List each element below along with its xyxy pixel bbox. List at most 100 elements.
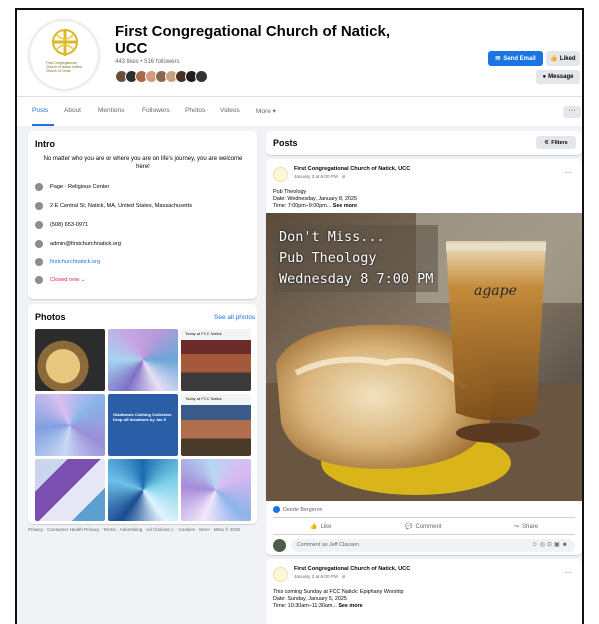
photos-card: Photos See all photos Today at FCC Natic… [28, 304, 257, 524]
church-logo-icon [52, 29, 78, 56]
see-more-link[interactable]: See more [333, 203, 357, 209]
like-label: Like [320, 523, 332, 530]
share-label: Share [522, 523, 539, 530]
comment-composer: Comment as Jeff Clausen ☺◎⊙▣☻ [273, 539, 575, 552]
intro-heading: Intro [35, 139, 55, 149]
post-line: Date: Wednesday, January 8, 2025 [273, 196, 358, 202]
post-card: First Congregational Church of Natick, U… [266, 159, 582, 555]
tab-mentions[interactable]: Mentions [98, 107, 124, 114]
reactions-summary[interactable]: Deede Bergeron [273, 506, 323, 513]
overlay-line: Pub Theology [279, 250, 377, 266]
divider [273, 517, 575, 518]
posts-header: Posts ⚟ Filters [266, 131, 582, 155]
page-logo[interactable]: First Congregational Church of Natick Un… [29, 20, 99, 90]
like-reaction-icon [273, 506, 280, 513]
photo-caption: Today at FCC Natick [185, 331, 222, 336]
message-label: Message [548, 74, 574, 80]
comment-label: Comment [415, 523, 442, 530]
avatar[interactable] [273, 567, 288, 582]
info-icon [35, 183, 43, 191]
comment-button[interactable]: 💬 Comment [405, 523, 442, 531]
comment-input[interactable]: Comment as Jeff Clausen ☺◎⊙▣☻ [291, 539, 575, 552]
photo-caption: Gladhands Clothing Collection Drop off d… [113, 412, 172, 422]
photo-thumbnail[interactable]: Today at FCC Natick [181, 329, 251, 391]
page-tabs: Posts About Mentions Followers Photos Vi… [17, 96, 582, 126]
intro-website-link[interactable]: firstchurchnatick.org [50, 259, 100, 265]
friend-avatars[interactable] [115, 70, 208, 84]
see-more-link[interactable]: See more [338, 603, 362, 609]
filters-button[interactable]: ⚟ Filters [536, 136, 576, 149]
post-line: This coming Sunday at FCC Natick: Epipha… [273, 589, 404, 595]
like-button[interactable]: 👍 Like [310, 523, 332, 531]
posts-heading: Posts [273, 138, 298, 148]
page-stats[interactable]: 443 likes • 516 followers [115, 59, 179, 65]
post-image-overlay-text: Don't Miss... Pub Theology Wednesday 8 7… [274, 225, 439, 292]
overlay-line: Don't Miss... [279, 229, 385, 245]
more-options-button[interactable]: ··· [563, 106, 581, 118]
tab-photos[interactable]: Photos [185, 107, 205, 114]
photo-thumbnail[interactable] [108, 329, 178, 391]
post-card: First Congregational Church of Natick, U… [266, 559, 582, 624]
photo-grid: Today at FCC Natick Gladhands Clothing C… [35, 329, 251, 521]
see-all-photos-link[interactable]: See all photos [214, 314, 255, 321]
intro-phone-text: (508) 653-0971 [50, 222, 89, 228]
intro-card: Intro No matter who you are or where you… [28, 131, 257, 299]
intro-address: 2 E Central St, Natick, MA, United State… [35, 202, 192, 210]
photos-heading: Photos [35, 312, 66, 322]
avatar[interactable] [273, 539, 286, 552]
intro-hours[interactable]: Closed now ⌄ [35, 276, 85, 284]
post-options-button[interactable]: ··· [564, 568, 572, 577]
post-image[interactable]: Don't Miss... Pub Theology Wednesday 8 7… [266, 213, 582, 501]
photo-thumbnail[interactable] [35, 329, 105, 391]
email-icon: ✉ [495, 56, 501, 62]
tab-posts[interactable]: Posts [32, 107, 48, 114]
post-line-text: Time: 7:00pm–9:00pm... [273, 203, 332, 209]
photo-thumbnail[interactable] [181, 459, 251, 521]
intro-hours-status[interactable]: Closed now ⌄ [50, 277, 85, 283]
photo-thumbnail[interactable] [35, 394, 105, 456]
share-button[interactable]: ↪ Share [514, 523, 539, 531]
clock-icon [35, 276, 43, 284]
photo-thumbnail[interactable]: Today at FCC Natick [181, 394, 251, 456]
thumbs-up-icon: 👍 [550, 56, 558, 62]
intro-category: Page · Religious Center [35, 183, 109, 191]
post-text: Pub Theology Date: Wednesday, January 8,… [273, 189, 573, 210]
message-button[interactable]: ● Message [536, 70, 580, 84]
post-line: Pub Theology [273, 189, 307, 195]
liked-label: Liked [559, 55, 576, 62]
post-text: This coming Sunday at FCC Natick: Epipha… [273, 589, 573, 610]
tab-followers[interactable]: Followers [142, 107, 170, 114]
messenger-icon: ● [542, 74, 547, 80]
tab-videos[interactable]: Videos [220, 107, 240, 114]
post-options-button[interactable]: ··· [564, 168, 572, 177]
post-line-text: Time: 10:30am–11:30am... [273, 603, 337, 609]
page-footer-links[interactable]: Privacy · Consumer Health Privacy · Term… [28, 527, 257, 533]
photo-thumbnail[interactable] [108, 459, 178, 521]
post-author[interactable]: First Congregational Church of Natick, U… [294, 566, 410, 572]
intro-address-text: 2 E Central St, Natick, MA, United State… [50, 203, 193, 209]
avatar[interactable] [195, 70, 208, 83]
filters-label: Filters [551, 139, 568, 146]
photo-thumbnail[interactable] [35, 459, 105, 521]
intro-email-text[interactable]: admin@firstchurchnatick.org [50, 241, 121, 247]
reactor-name[interactable]: Deede Bergeron [283, 507, 323, 513]
comment-placeholder: Comment as Jeff Clausen [297, 542, 359, 548]
comment-attachment-icons[interactable]: ☺◎⊙▣☻ [532, 539, 570, 552]
post-author[interactable]: First Congregational Church of Natick, U… [294, 166, 410, 172]
intro-email[interactable]: admin@firstchurchnatick.org [35, 240, 121, 248]
avatar[interactable] [273, 167, 288, 182]
tab-about[interactable]: About [64, 107, 81, 114]
page-title[interactable]: First Congregational Church of Natick, U… [115, 23, 405, 57]
post-timestamp[interactable]: January 3 at 6:00 PM · ⊘ [294, 174, 346, 180]
send-email-button[interactable]: ✉ Send Email [488, 51, 543, 66]
post-line: Date: Sunday, January 5, 2025 [273, 596, 347, 602]
email-icon [35, 240, 43, 248]
sliders-icon: ⚟ [544, 139, 550, 146]
tab-more[interactable]: More ▾ [256, 107, 276, 115]
post-timestamp[interactable]: January 2 at 6:00 PM · ⊘ [294, 574, 346, 580]
intro-website[interactable]: firstchurchnatick.org [35, 258, 100, 266]
overlay-line: Wednesday 8 7:00 PM [279, 271, 434, 287]
logo-text: First Congregational Church of Natick Un… [46, 61, 82, 73]
liked-button[interactable]: 👍 Liked [546, 51, 580, 66]
photo-thumbnail[interactable]: Gladhands Clothing Collection Drop off d… [108, 394, 178, 456]
